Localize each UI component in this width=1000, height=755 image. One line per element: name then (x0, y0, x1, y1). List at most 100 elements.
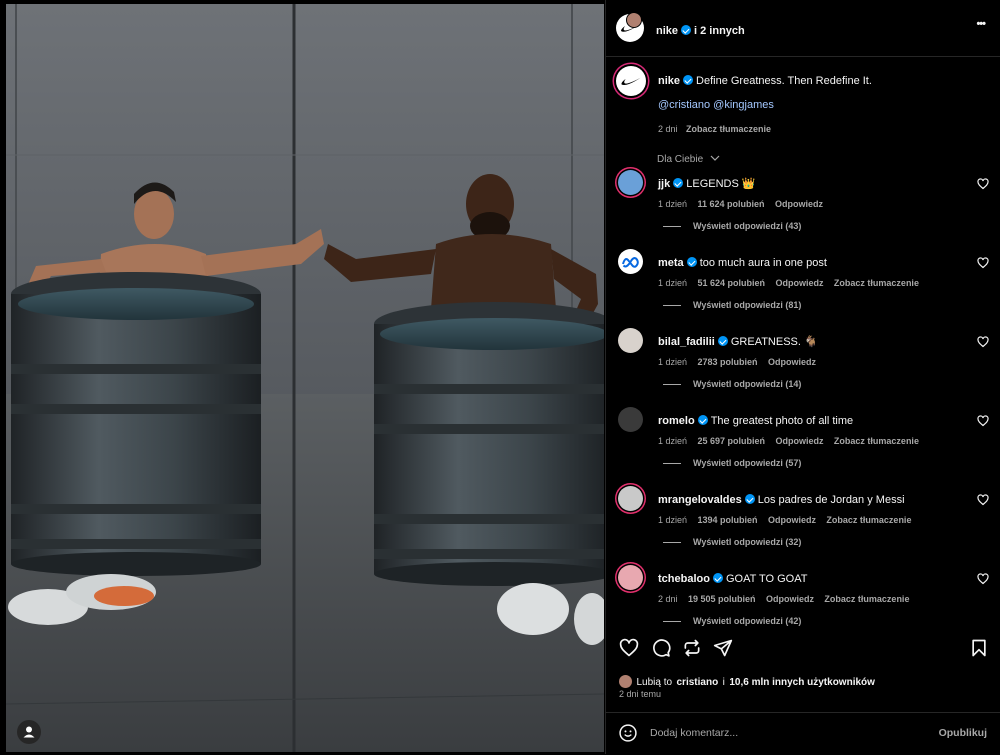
coauthors-link[interactable]: i 2 innych (694, 25, 745, 37)
liker-avatar[interactable] (619, 675, 632, 688)
comment-item: mrangelovaldes Los padres de Jordan y Mes… (606, 484, 1000, 563)
comment-reply-button[interactable]: Odpowiedz (766, 594, 814, 604)
comment-reply-button[interactable]: Odpowiedz (775, 436, 823, 446)
comment-bubble-icon[interactable] (651, 638, 671, 658)
comment-reply-button[interactable]: Odpowiedz (775, 278, 823, 288)
comment-item: jjk LEGENDS 👑 1 dzień 11 624 polubień Odp… (606, 168, 1000, 247)
meta-logo-icon (622, 257, 639, 268)
post-comment-button[interactable]: Opublikuj (939, 727, 987, 739)
comment-item: meta too much aura in one post 1 dzień 51… (606, 247, 1000, 326)
comment-username[interactable]: meta (658, 257, 684, 269)
comment-likes[interactable]: 51 624 polubień (697, 278, 765, 288)
comment-like-heart-icon[interactable] (977, 573, 989, 585)
comment-input[interactable]: Dodaj komentarz... (650, 727, 738, 739)
comment-likes[interactable]: 1394 polubień (697, 515, 757, 525)
share-icon[interactable] (713, 638, 733, 658)
more-options-button[interactable]: ••• (976, 18, 986, 30)
comment-line: bilal_fadilii GREATNESS. 🐐 (658, 332, 818, 350)
verified-icon (712, 573, 723, 583)
comment-reply-button[interactable]: Odpowiedz (775, 199, 823, 209)
repost-icon[interactable] (682, 638, 702, 658)
comment-username[interactable]: romelo (658, 415, 695, 427)
view-replies-button[interactable]: Wyświetl odpowiedzi (43) (693, 221, 801, 231)
comment-meta: 1 dzień 11 624 polubień Odpowiedz (658, 194, 829, 212)
bookmark-icon[interactable] (969, 638, 989, 658)
view-replies-button[interactable]: Wyświetl odpowiedzi (42) (693, 616, 801, 626)
comment-filter-dropdown[interactable]: Dla Ciebie (657, 149, 720, 167)
caption-line: nike Define Greatness. Then Redefine It. (658, 71, 872, 89)
likes-middle: i (722, 677, 725, 688)
comment-username[interactable]: mrangelovaldes (658, 494, 742, 506)
commenter-avatar[interactable] (618, 407, 643, 432)
comment-like-heart-icon[interactable] (977, 336, 989, 348)
comment-reply-button[interactable]: Odpowiedz (768, 357, 816, 367)
action-bar (606, 634, 1000, 664)
caption-translate-link[interactable]: Zobacz tłumaczenie (686, 124, 771, 134)
comment-line: meta too much aura in one post (658, 253, 827, 271)
like-heart-icon[interactable] (619, 638, 639, 658)
commenter-avatar[interactable] (618, 249, 643, 274)
comment-likes[interactable]: 11 624 polubień (697, 199, 764, 209)
comment-translate-link[interactable]: Zobacz tłumaczenie (826, 515, 911, 525)
coauthor-avatar[interactable] (626, 12, 642, 28)
comment-translate-link[interactable]: Zobacz tłumaczenie (834, 436, 919, 446)
caption-username[interactable]: nike (658, 75, 680, 87)
comment-text: too much aura in one post (699, 257, 827, 269)
comment-like-heart-icon[interactable] (977, 257, 989, 269)
view-replies-button[interactable]: Wyświetl odpowiedzi (81) (693, 300, 801, 310)
comment-likes[interactable]: 2783 polubień (697, 357, 757, 367)
commenter-avatar[interactable] (618, 486, 643, 511)
header-author: nike i 2 innych (656, 21, 745, 39)
comment-time: 1 dzień (658, 436, 688, 446)
comment-username[interactable]: jjk (658, 178, 670, 190)
comment-reply-button[interactable]: Odpowiedz (768, 515, 816, 525)
comment-time: 2 dni (658, 594, 678, 604)
comment-translate-link[interactable]: Zobacz tłumaczenie (834, 278, 919, 288)
verified-icon (681, 25, 692, 35)
likes-user[interactable]: cristiano (677, 677, 719, 688)
comment-like-heart-icon[interactable] (977, 415, 989, 427)
comment-item: bilal_fadilii GREATNESS. 🐐 1 dzień 2783 p… (606, 326, 1000, 405)
user-icon (23, 726, 35, 738)
view-replies-button[interactable]: Wyświetl odpowiedzi (14) (693, 379, 801, 389)
post-photo (6, 4, 604, 752)
likes-summary: Lubią to cristiano i 10,6 mln innych uży… (619, 672, 875, 690)
comment-time: 1 dzień (658, 199, 688, 209)
tagged-users-button[interactable] (17, 720, 41, 744)
comment-form: Dodaj komentarz... Opublikuj (606, 712, 1000, 755)
comment-meta: 1 dzień 25 697 polubień Odpowiedz Zobacz… (658, 431, 919, 449)
verified-icon (686, 257, 697, 267)
replies-divider (663, 384, 681, 385)
comment-text: GOAT TO GOAT (725, 573, 808, 585)
comment-translate-link[interactable]: Zobacz tłumaczenie (824, 594, 909, 604)
verified-icon (697, 415, 708, 425)
comment-text: GREATNESS. 🐐 (730, 336, 818, 348)
commenter-avatar[interactable] (618, 328, 643, 353)
commenter-avatar[interactable] (618, 170, 643, 195)
comment-likes[interactable]: 19 505 polubień (688, 594, 756, 604)
comment-like-heart-icon[interactable] (977, 178, 989, 190)
comment-username[interactable]: tchebaloo (658, 573, 710, 585)
view-replies-button[interactable]: Wyświetl odpowiedzi (57) (693, 458, 801, 468)
comment-time: 1 dzień (658, 278, 688, 288)
comment-username[interactable]: bilal_fadilii (658, 336, 715, 348)
emoji-icon[interactable] (618, 723, 638, 743)
replies-divider (663, 542, 681, 543)
verified-icon (717, 336, 728, 346)
caption-meta: 2 dni Zobacz tłumaczenie (658, 119, 771, 137)
caption: nike Define Greatness. Then Redefine It. … (606, 56, 1000, 146)
post-image[interactable] (6, 4, 604, 752)
comment-time: 1 dzień (658, 515, 688, 525)
comment-likes[interactable]: 25 697 polubień (697, 436, 765, 446)
caption-mentions[interactable]: @cristiano @kingjames (658, 99, 774, 111)
author-username[interactable]: nike (656, 25, 678, 37)
commenter-avatar[interactable] (618, 565, 643, 590)
comment-line: tchebaloo GOAT TO GOAT (658, 569, 807, 587)
view-replies-button[interactable]: Wyświetl odpowiedzi (32) (693, 537, 801, 547)
likes-prefix: Lubią to (636, 677, 673, 688)
comment-like-heart-icon[interactable] (977, 494, 989, 506)
replies-divider (663, 226, 681, 227)
likes-others[interactable]: 10,6 mln innych użytkowników (729, 677, 875, 688)
comment-meta: 1 dzień 51 624 polubień Odpowiedz Zobacz… (658, 273, 919, 291)
caption-avatar[interactable] (616, 66, 646, 96)
